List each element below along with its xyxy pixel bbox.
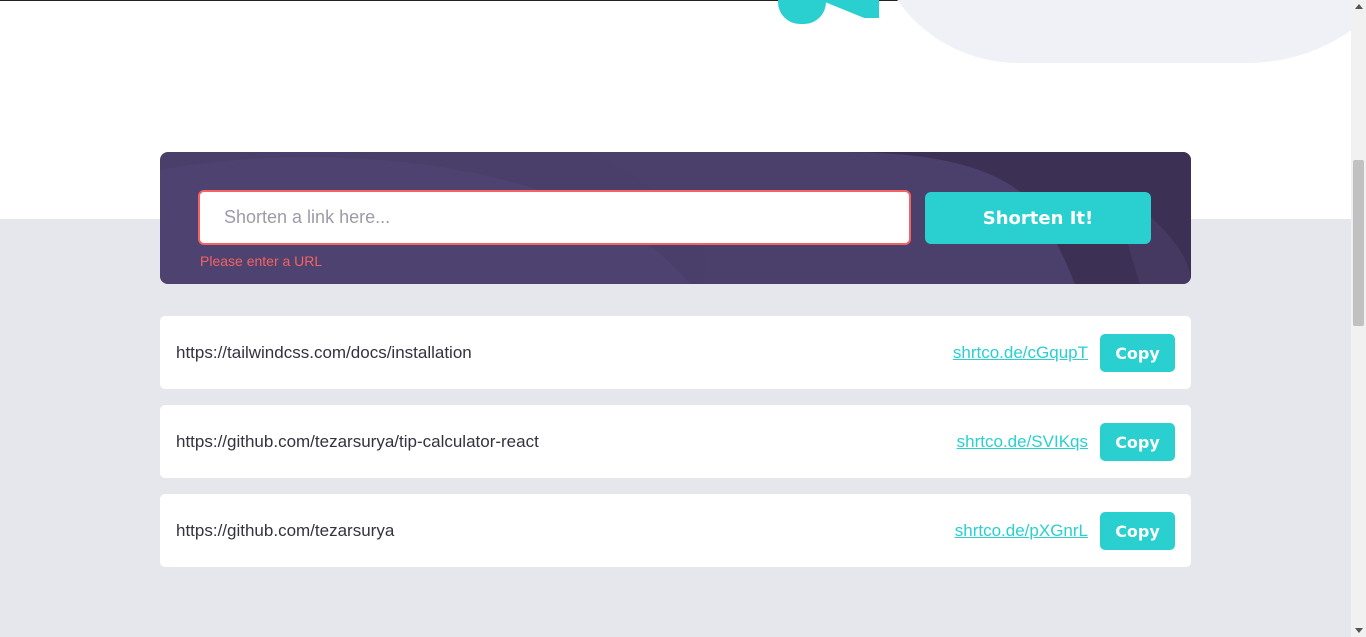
short-url-link[interactable]: shrtco.de/cGqupT — [953, 316, 1088, 389]
shorten-button[interactable]: Shorten It! — [925, 192, 1151, 244]
original-url: https://tailwindcss.com/docs/installatio… — [176, 343, 472, 362]
shortened-link-row: https://github.com/tezarsurya/tip-calcul… — [160, 405, 1191, 478]
short-url-link[interactable]: shrtco.de/SVIKqs — [957, 405, 1088, 478]
page: Shorten It! Please enter a URL https://t… — [0, 0, 1351, 637]
scrollbar-thumb[interactable] — [1353, 160, 1364, 326]
hero-illustration-fragment — [778, 0, 826, 24]
scroll-up-arrow-icon[interactable] — [1355, 4, 1363, 9]
copy-button[interactable]: Copy — [1100, 512, 1175, 550]
original-url: https://github.com/tezarsurya/tip-calcul… — [176, 432, 539, 451]
hero-illustration-fragment-2 — [820, 0, 879, 18]
hero-illustration-backdrop — [870, 0, 1351, 63]
copy-button[interactable]: Copy — [1100, 423, 1175, 461]
url-input[interactable] — [198, 190, 911, 245]
scroll-down-arrow-icon[interactable] — [1355, 628, 1363, 633]
short-url-link[interactable]: shrtco.de/pXGnrL — [955, 494, 1088, 567]
vertical-scrollbar[interactable] — [1351, 0, 1366, 637]
shortened-link-row: https://tailwindcss.com/docs/installatio… — [160, 316, 1191, 389]
shorten-form: Shorten It! Please enter a URL — [160, 152, 1191, 284]
shortened-link-row: https://github.com/tezarsurya shrtco.de/… — [160, 494, 1191, 567]
original-url: https://github.com/tezarsurya — [176, 521, 395, 540]
copy-button[interactable]: Copy — [1100, 334, 1175, 372]
url-error-message: Please enter a URL — [200, 253, 323, 269]
